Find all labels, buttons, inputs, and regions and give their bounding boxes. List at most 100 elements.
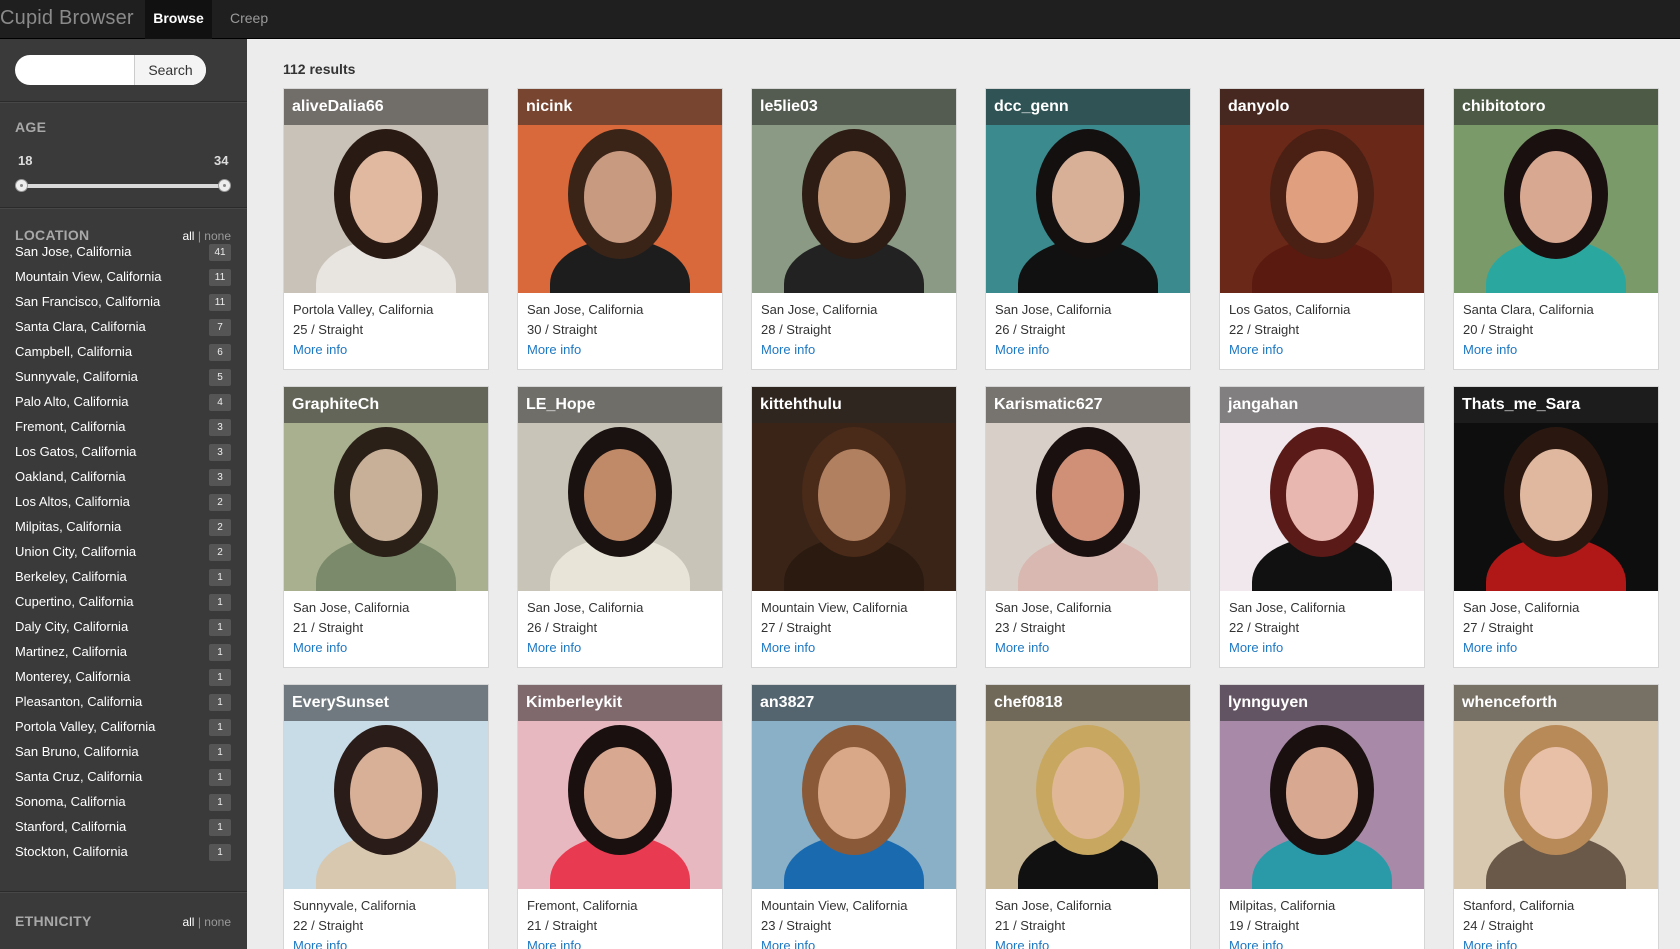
- profile-card[interactable]: dcc_genn San Jose, California 26 / Straigh…: [985, 88, 1191, 370]
- more-info-link[interactable]: More info: [761, 936, 907, 949]
- profile-username[interactable]: nicink: [518, 89, 722, 125]
- profile-photo[interactable]: nicink: [518, 89, 722, 293]
- profile-card[interactable]: chibitotoro Santa Clara, California 20 / S…: [1453, 88, 1659, 370]
- more-info-link[interactable]: More info: [761, 340, 877, 360]
- more-info-link[interactable]: More info: [1229, 340, 1350, 360]
- profile-photo[interactable]: LE_Hope: [518, 387, 722, 591]
- profile-photo[interactable]: Thats_me_Sara: [1454, 387, 1658, 591]
- profile-photo[interactable]: EverySunset: [284, 685, 488, 889]
- profile-card[interactable]: whenceforth Stanford, California 24 / Stra…: [1453, 684, 1659, 949]
- profile-username[interactable]: aliveDalia66: [284, 89, 488, 125]
- location-filter-item[interactable]: Sunnyvale, California 5: [15, 366, 231, 391]
- location-filter-item[interactable]: Campbell, California 6: [15, 341, 231, 366]
- location-filter-item[interactable]: Mountain View, California 11: [15, 266, 231, 291]
- profile-card[interactable]: le5lie03 San Jose, California 28 / Straigh…: [751, 88, 957, 370]
- more-info-link[interactable]: More info: [995, 936, 1111, 949]
- profile-card[interactable]: Karismatic627 San Jose, California 23 / St…: [985, 386, 1191, 668]
- more-info-link[interactable]: More info: [1463, 340, 1594, 360]
- profile-username[interactable]: le5lie03: [752, 89, 956, 125]
- location-filter-item[interactable]: Martinez, California 1: [15, 641, 231, 666]
- profile-username[interactable]: Karismatic627: [986, 387, 1190, 423]
- profile-photo[interactable]: Karismatic627: [986, 387, 1190, 591]
- profile-photo[interactable]: GraphiteCh: [284, 387, 488, 591]
- more-info-link[interactable]: More info: [995, 340, 1111, 360]
- location-filter-item[interactable]: Stockton, California 1: [15, 841, 231, 866]
- search-button[interactable]: Search: [134, 55, 206, 85]
- profile-card[interactable]: kittehthulu Mountain View, California 27 /…: [751, 386, 957, 668]
- profile-card[interactable]: EverySunset Sunnyvale, California 22 / Str…: [283, 684, 489, 949]
- profile-card[interactable]: danyolo Los Gatos, California 22 / Straigh…: [1219, 88, 1425, 370]
- profile-username[interactable]: jangahan: [1220, 387, 1424, 423]
- profile-username[interactable]: EverySunset: [284, 685, 488, 721]
- profile-card[interactable]: an3827 Mountain View, California 23 / Stra…: [751, 684, 957, 949]
- more-info-link[interactable]: More info: [995, 638, 1111, 658]
- age-max-handle[interactable]: [218, 179, 231, 192]
- age-range-slider[interactable]: [22, 184, 224, 188]
- location-filter-item[interactable]: Milpitas, California 2: [15, 516, 231, 541]
- profile-card[interactable]: Kimberleykit Fremont, California 21 / Stra…: [517, 684, 723, 949]
- more-info-link[interactable]: More info: [1463, 638, 1579, 658]
- app-brand[interactable]: Cupid Browser: [0, 7, 134, 30]
- location-filter-item[interactable]: Santa Cruz, California 1: [15, 766, 231, 791]
- location-filter-item[interactable]: Pleasanton, California 1: [15, 691, 231, 716]
- profile-username[interactable]: GraphiteCh: [284, 387, 488, 423]
- location-filter-item[interactable]: Portola Valley, California 1: [15, 716, 231, 741]
- more-info-link[interactable]: More info: [527, 638, 643, 658]
- location-filter-item[interactable]: Berkeley, California 1: [15, 566, 231, 591]
- location-filter-item[interactable]: Palo Alto, California 4: [15, 391, 231, 416]
- more-info-link[interactable]: More info: [1229, 936, 1335, 949]
- profile-card[interactable]: nicink San Jose, California 30 / Straight M…: [517, 88, 723, 370]
- more-info-link[interactable]: More info: [293, 638, 409, 658]
- profile-photo[interactable]: an3827: [752, 685, 956, 889]
- location-filter-item[interactable]: Sonoma, California 1: [15, 791, 231, 816]
- location-filter-item[interactable]: Stanford, California 1: [15, 816, 231, 841]
- profile-photo[interactable]: whenceforth: [1454, 685, 1658, 889]
- ethnicity-none-link[interactable]: none: [204, 915, 231, 929]
- more-info-link[interactable]: More info: [293, 936, 416, 949]
- more-info-link[interactable]: More info: [761, 638, 907, 658]
- profile-card[interactable]: chef0818 San Jose, California 21 / Straigh…: [985, 684, 1191, 949]
- profile-username[interactable]: LE_Hope: [518, 387, 722, 423]
- location-filter-item[interactable]: Cupertino, California 1: [15, 591, 231, 616]
- profile-username[interactable]: whenceforth: [1454, 685, 1658, 721]
- profile-username[interactable]: dcc_genn: [986, 89, 1190, 125]
- profile-username[interactable]: chibitotoro: [1454, 89, 1658, 125]
- profile-username[interactable]: Thats_me_Sara: [1454, 387, 1658, 423]
- location-filter-item[interactable]: San Jose, California 41: [15, 241, 231, 266]
- profile-photo[interactable]: danyolo: [1220, 89, 1424, 293]
- profile-username[interactable]: lynnguyen: [1220, 685, 1424, 721]
- profile-photo[interactable]: le5lie03: [752, 89, 956, 293]
- profile-username[interactable]: Kimberleykit: [518, 685, 722, 721]
- profile-card[interactable]: lynnguyen Milpitas, California 19 / Straig…: [1219, 684, 1425, 949]
- location-filter-item[interactable]: Monterey, California 1: [15, 666, 231, 691]
- location-filter-item[interactable]: San Francisco, California 11: [15, 291, 231, 316]
- profile-photo[interactable]: lynnguyen: [1220, 685, 1424, 889]
- profile-card[interactable]: jangahan San Jose, California 22 / Straigh…: [1219, 386, 1425, 668]
- more-info-link[interactable]: More info: [1229, 638, 1345, 658]
- profile-username[interactable]: chef0818: [986, 685, 1190, 721]
- profile-photo[interactable]: chibitotoro: [1454, 89, 1658, 293]
- profile-photo[interactable]: aliveDalia66: [284, 89, 488, 293]
- profile-username[interactable]: danyolo: [1220, 89, 1424, 125]
- profile-card[interactable]: aliveDalia66 Portola Valley, California 25…: [283, 88, 489, 370]
- profile-photo[interactable]: jangahan: [1220, 387, 1424, 591]
- profile-photo[interactable]: dcc_genn: [986, 89, 1190, 293]
- more-info-link[interactable]: More info: [293, 340, 433, 360]
- location-filter-item[interactable]: Los Altos, California 2: [15, 491, 231, 516]
- profile-username[interactable]: kittehthulu: [752, 387, 956, 423]
- location-filter-item[interactable]: Los Gatos, California 3: [15, 441, 231, 466]
- tab-creep[interactable]: Creep: [230, 0, 280, 39]
- location-filter-item[interactable]: San Bruno, California 1: [15, 741, 231, 766]
- profile-card[interactable]: Thats_me_Sara San Jose, California 27 / St…: [1453, 386, 1659, 668]
- search-input[interactable]: [15, 55, 134, 85]
- ethnicity-all-link[interactable]: all: [182, 915, 194, 929]
- profile-card[interactable]: LE_Hope San Jose, California 26 / Straight…: [517, 386, 723, 668]
- location-filter-item[interactable]: Union City, California 2: [15, 541, 231, 566]
- location-filter-item[interactable]: Santa Clara, California 7: [15, 316, 231, 341]
- profile-username[interactable]: an3827: [752, 685, 956, 721]
- age-min-handle[interactable]: [15, 179, 28, 192]
- profile-photo[interactable]: Kimberleykit: [518, 685, 722, 889]
- profile-photo[interactable]: chef0818: [986, 685, 1190, 889]
- profile-photo[interactable]: kittehthulu: [752, 387, 956, 591]
- more-info-link[interactable]: More info: [1463, 936, 1574, 949]
